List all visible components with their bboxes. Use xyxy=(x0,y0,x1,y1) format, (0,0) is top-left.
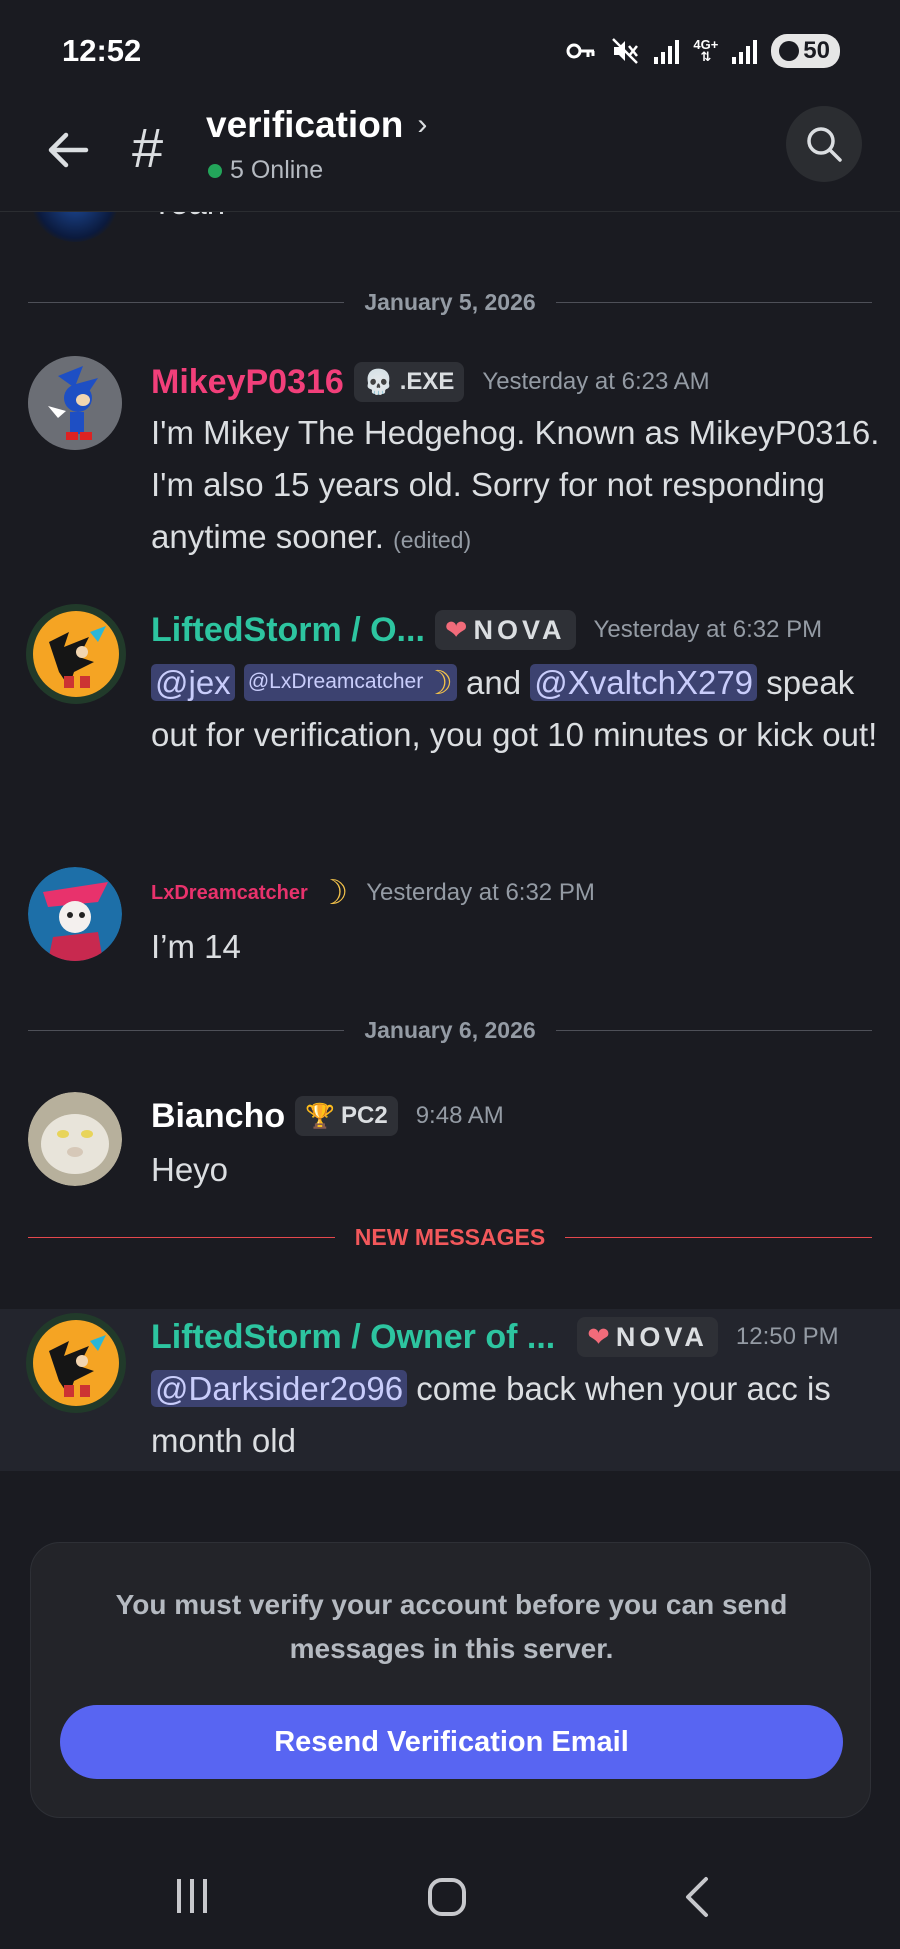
message-text: Yeah xyxy=(151,212,225,222)
new-messages-label: NEW MESSAGES xyxy=(354,1223,546,1250)
author-name[interactable]: LiftedStorm / O... xyxy=(151,611,425,650)
arrow-left-icon xyxy=(48,132,89,168)
list-item: LiftedStorm / Owner of ... ❤ NOVA 12:50 P… xyxy=(0,1309,900,1471)
message-text: I'm Mikey The Hedgehog. Known as MikeyP0… xyxy=(151,414,880,555)
date-label: January 6, 2026 xyxy=(364,1016,536,1043)
message-list[interactable]: Yeah January 5, 2026 MikeyP0316 💀.EXE Ye… xyxy=(0,212,900,1482)
author-name[interactable]: LxDreamcatcher xyxy=(151,882,308,905)
signal-icon xyxy=(654,38,680,64)
message-header: Biancho 🏆 PC2 9:48 AM xyxy=(151,1096,504,1136)
verify-message: You must verify your account before you … xyxy=(115,1589,788,1664)
back-button[interactable] xyxy=(40,122,96,178)
timestamp: 12:50 PM xyxy=(735,1323,839,1350)
avatar[interactable] xyxy=(28,867,122,961)
user-mention[interactable]: @jex xyxy=(151,664,235,701)
home-button[interactable] xyxy=(428,1878,466,1916)
message-header: MikeyP0316 💀 .EXE Yesterday at 6:23 AM xyxy=(151,362,710,402)
message-text: @jex @LxDreamcatcher☽ and @XvaltchX279 s… xyxy=(151,664,878,753)
chevron-left-icon xyxy=(686,1877,708,1917)
author-name[interactable]: LiftedStorm / Owner of ... xyxy=(151,1318,555,1357)
resend-verification-button[interactable]: Resend Verification Email xyxy=(60,1705,843,1779)
list-item: Biancho 🏆 PC2 9:48 AM Heyo xyxy=(0,1092,900,1202)
list-item: LxDreamcatcher ☽ Yesterday at 6:32 PM I’… xyxy=(0,867,900,987)
timestamp: 9:48 AM xyxy=(415,1102,504,1129)
new-messages-divider: NEW MESSAGES xyxy=(28,1222,873,1252)
user-mention[interactable]: @Darksider2o96 xyxy=(151,1370,408,1407)
skull-icon: 💀 xyxy=(363,368,394,396)
signal-icon xyxy=(732,38,758,64)
message-header: LxDreamcatcher ☽ Yesterday at 6:32 PM xyxy=(151,873,595,913)
network-4g-icon: 4G+ ⇅ xyxy=(693,37,719,64)
date-label: January 5, 2026 xyxy=(364,288,536,315)
list-item: LiftedStorm / O... ❤ NOVA Yesterday at 6:… xyxy=(0,602,900,832)
verify-panel: You must verify your account before you … xyxy=(30,1542,871,1818)
search-button[interactable] xyxy=(786,106,862,182)
moon-icon: ☽ xyxy=(423,664,453,701)
timestamp: Yesterday at 6:32 PM xyxy=(593,616,823,643)
online-dot-icon xyxy=(208,163,222,178)
heart-icon: ❤ xyxy=(444,614,468,645)
avatar[interactable] xyxy=(24,1311,128,1415)
channel-name: verification xyxy=(206,104,404,145)
user-mention[interactable]: @LxDreamcatcher☽ xyxy=(243,664,457,701)
date-divider: January 6, 2026 xyxy=(28,1015,872,1045)
message-header: LiftedStorm / O... ❤ NOVA Yesterday at 6:… xyxy=(151,610,822,650)
channel-title[interactable]: verification › xyxy=(206,104,427,146)
avatar[interactable] xyxy=(28,356,122,450)
mute-icon xyxy=(610,37,640,65)
recents-button[interactable] xyxy=(177,1879,207,1913)
system-nav-bar xyxy=(0,1849,900,1949)
author-name[interactable]: MikeyP0316 xyxy=(151,363,344,402)
server-tag[interactable]: ❤ NOVA xyxy=(434,610,576,650)
search-icon xyxy=(807,127,842,162)
moon-icon: ☽ xyxy=(317,874,349,912)
message-text: I’m 14 xyxy=(151,928,241,965)
list-item: Yeah xyxy=(0,212,900,252)
server-tag[interactable]: 🏆 PC2 xyxy=(295,1096,398,1136)
avatar[interactable] xyxy=(28,1092,122,1186)
edited-label: (edited) xyxy=(393,527,472,553)
status-time: 12:52 xyxy=(62,33,142,68)
system-back-button[interactable] xyxy=(682,1875,712,1924)
trophy-icon: 🏆 xyxy=(305,1102,336,1130)
chevron-right-icon: › xyxy=(417,108,428,141)
server-tag[interactable]: 💀 .EXE xyxy=(353,362,465,402)
server-tag[interactable]: ❤ NOVA xyxy=(577,1317,718,1357)
avatar[interactable] xyxy=(24,602,128,706)
status-icons: 4G+ ⇅ 50 xyxy=(566,34,840,68)
message-text: Heyo xyxy=(151,1151,229,1188)
battery-saver-icon xyxy=(779,41,800,61)
avatar[interactable] xyxy=(28,212,122,242)
channel-header: # verification › 5 Online xyxy=(0,100,900,212)
battery-indicator: 50 xyxy=(771,34,840,68)
timestamp: Yesterday at 6:32 PM xyxy=(366,879,595,906)
timestamp: Yesterday at 6:23 AM xyxy=(482,368,710,395)
status-bar: 12:52 4G+ ⇅ 50 xyxy=(0,0,900,100)
author-name[interactable]: Biancho xyxy=(151,1097,285,1136)
date-divider: January 5, 2026 xyxy=(28,287,872,317)
message-text: @Darksider2o96 come back when your acc i… xyxy=(151,1370,831,1459)
hashtag-icon: # xyxy=(132,116,164,179)
online-count: 5 Online xyxy=(208,156,323,185)
key-icon xyxy=(566,37,596,65)
heart-icon: ❤ xyxy=(587,1321,610,1352)
list-item: MikeyP0316 💀 .EXE Yesterday at 6:23 AM I'… xyxy=(0,352,900,555)
user-mention[interactable]: @XvaltchX279 xyxy=(530,664,758,701)
online-label: 5 Online xyxy=(230,156,324,184)
message-header: LiftedStorm / Owner of ... ❤ NOVA 12:50 P… xyxy=(151,1317,839,1357)
